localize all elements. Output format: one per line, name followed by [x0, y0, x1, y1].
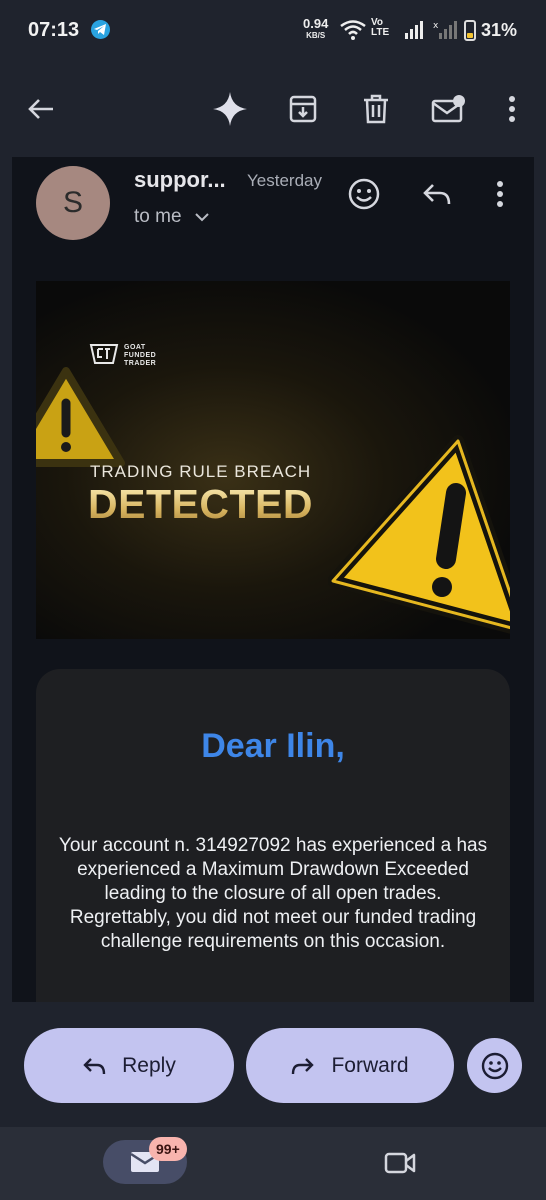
- forward-icon: [292, 1057, 315, 1074]
- more-vert-icon: [497, 181, 503, 207]
- video-camera-icon: [384, 1152, 416, 1174]
- reply-button[interactable]: [415, 172, 459, 216]
- sender-name[interactable]: suppor...: [134, 167, 226, 193]
- message-date: Yesterday: [247, 171, 322, 190]
- reply-icon: [423, 184, 451, 205]
- emoji-icon: [348, 178, 380, 210]
- forward-pill-button[interactable]: Forward: [246, 1028, 454, 1103]
- add-reaction-button[interactable]: [342, 172, 386, 216]
- back-button[interactable]: [16, 78, 66, 140]
- status-time: 07:13: [28, 19, 80, 41]
- battery-percent: 31%: [481, 20, 518, 40]
- recipient-details[interactable]: to me: [134, 206, 209, 228]
- message-panel: S suppor... Yesterday to me GOAT FUNDED …: [12, 157, 534, 1002]
- email-banner-image: GOAT FUNDED TRADER TRADING RULE BREACH D…: [36, 281, 510, 639]
- reply-icon: [83, 1057, 106, 1074]
- message-toolbar: [0, 78, 546, 140]
- warning-triangle-icon: [328, 435, 510, 634]
- svg-text:x: x: [433, 21, 439, 31]
- banner-subtitle: TRADING RULE BREACH: [90, 462, 312, 481]
- volte-indicator: Vo LTE: [371, 17, 390, 38]
- forward-label: Forward: [331, 1053, 409, 1077]
- back-arrow-icon: [28, 99, 53, 119]
- wifi-icon: [340, 20, 366, 45]
- greeting-heading: Dear Ilin,: [201, 727, 345, 765]
- more-vert-icon: [509, 96, 515, 122]
- message-body: Your account n. 314927092 has experience…: [58, 835, 488, 952]
- mark-unread-icon: [431, 95, 465, 123]
- status-bar: 07:13 0.94 KB/S Vo LTE x 31%: [0, 0, 546, 62]
- bottom-navigation: 99+: [0, 1127, 546, 1200]
- battery-icon: [464, 20, 476, 41]
- signal-icon: [404, 20, 426, 45]
- telegram-icon: [91, 20, 110, 39]
- brand-logo-text: GOAT FUNDED TRADER: [124, 344, 157, 367]
- nav-meet-tab[interactable]: [378, 1141, 422, 1185]
- message-more-button[interactable]: [478, 172, 522, 216]
- delete-icon: [364, 94, 388, 124]
- more-options-button[interactable]: [487, 78, 537, 140]
- react-emoji-button[interactable]: [467, 1038, 522, 1093]
- sender-avatar[interactable]: S: [36, 166, 110, 240]
- unread-count-badge: 99+: [149, 1137, 187, 1161]
- banner-title: DETECTED: [88, 481, 313, 527]
- message-card: Dear Ilin, Your account n. 314927092 has…: [36, 669, 510, 1002]
- emoji-icon: [481, 1052, 508, 1079]
- goat-logo-icon: [89, 344, 119, 364]
- network-speed: 0.94 KB/S: [303, 16, 329, 40]
- signal-no-service-icon: x: [433, 20, 457, 45]
- reply-pill-button[interactable]: Reply: [24, 1028, 234, 1103]
- archive-icon: [289, 95, 317, 123]
- warning-triangle-icon: [36, 367, 125, 467]
- mark-unread-button[interactable]: [423, 78, 473, 140]
- gemini-button[interactable]: [205, 78, 255, 140]
- recipient-label: to me: [134, 206, 182, 228]
- gemini-sparkle-icon: [213, 92, 247, 126]
- archive-button[interactable]: [278, 78, 328, 140]
- chevron-down-icon: [195, 206, 209, 228]
- delete-button[interactable]: [351, 78, 401, 140]
- reply-label: Reply: [122, 1053, 176, 1077]
